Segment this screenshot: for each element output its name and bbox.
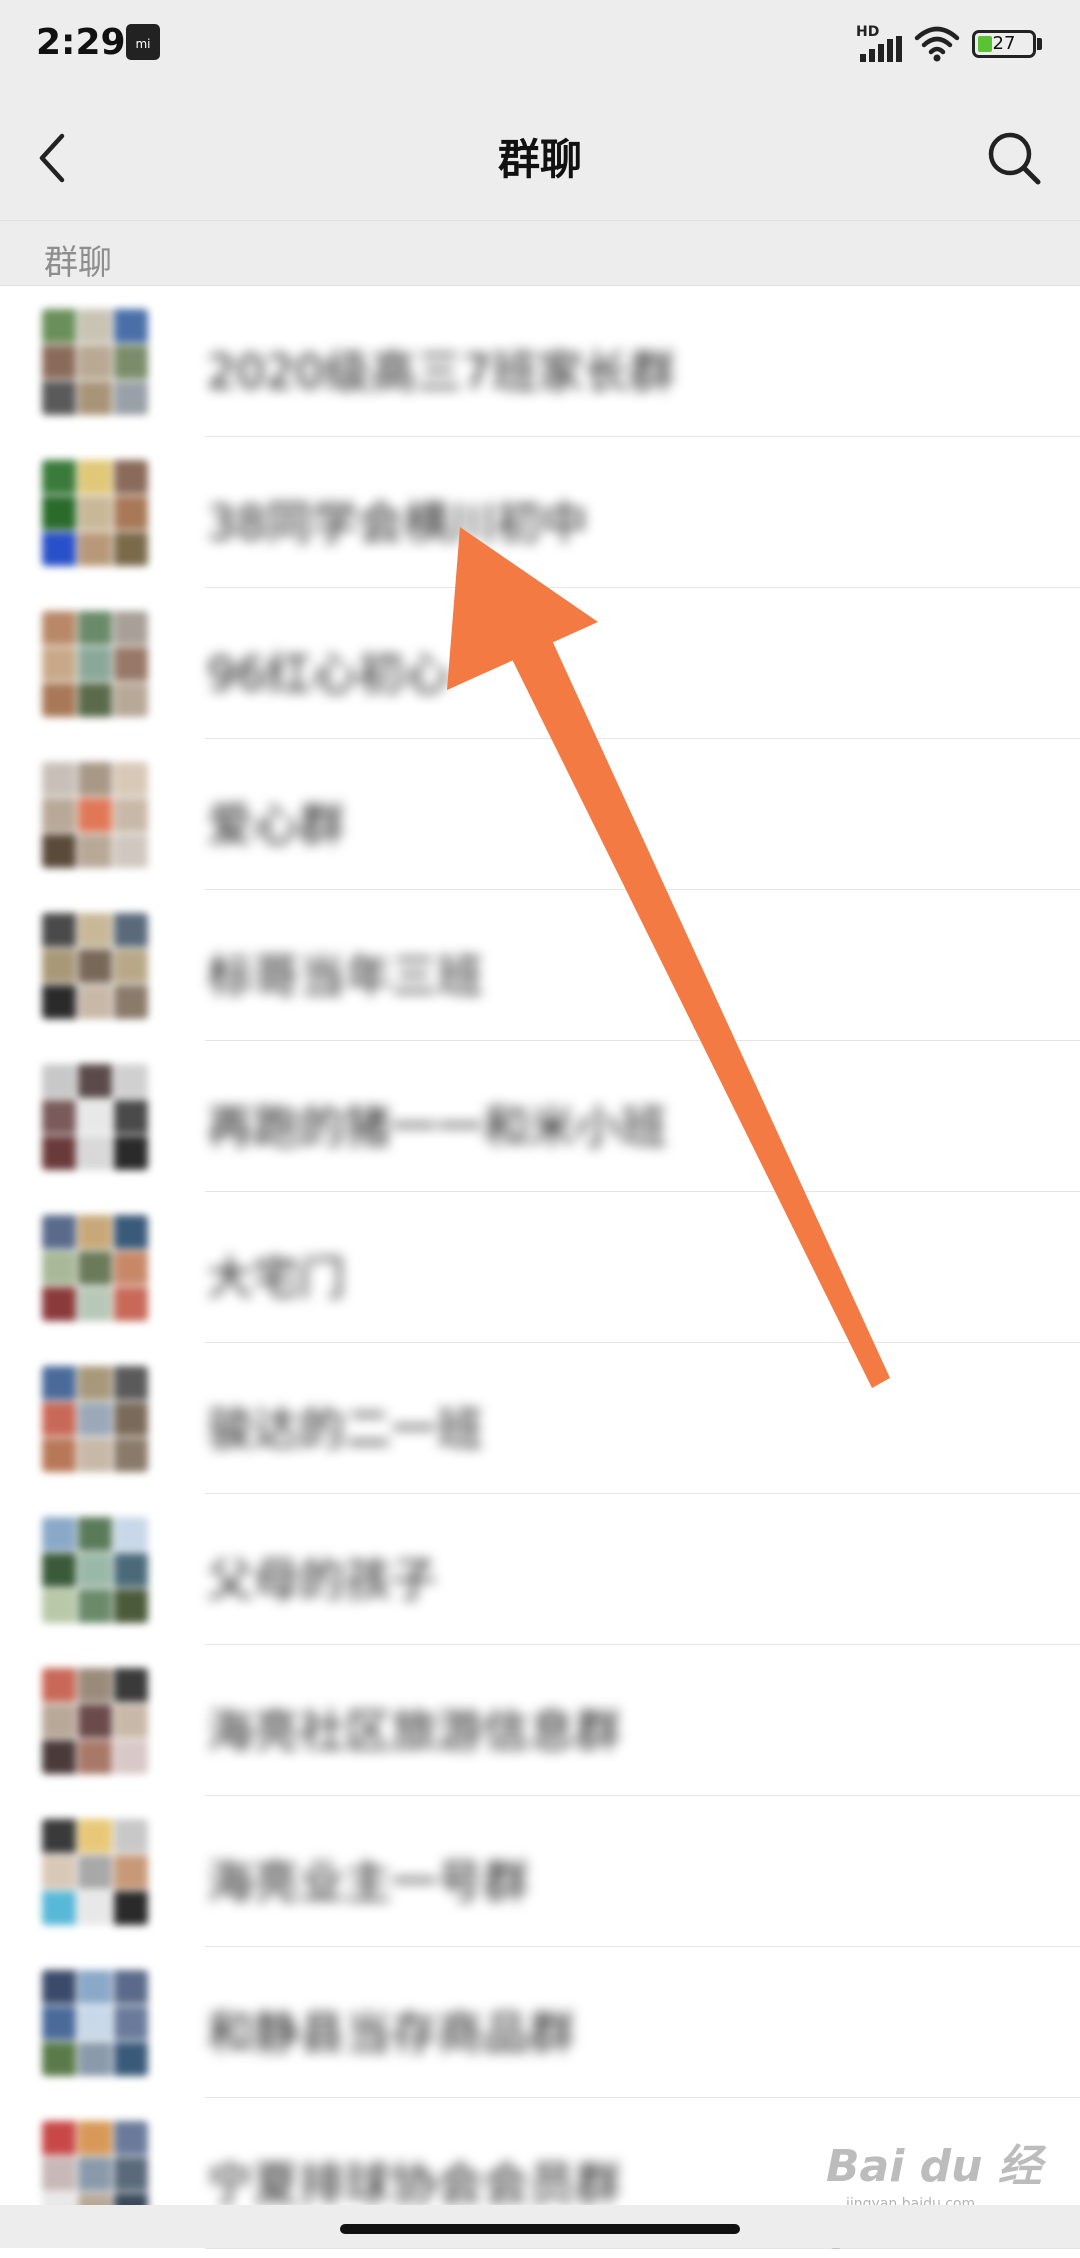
- group-row[interactable]: 38同学会横川初中: [0, 437, 1080, 588]
- group-name: 标哥当年三班: [207, 949, 483, 1003]
- group-avatar: [42, 1366, 148, 1472]
- battery-level: 27: [992, 33, 1016, 54]
- mi-notification-icon: mi: [126, 24, 160, 60]
- group-row[interactable]: 96红心初心: [0, 588, 1080, 739]
- group-name: 和静县当存商品群: [207, 2006, 575, 2060]
- row-divider: [205, 2248, 1080, 2249]
- signal-icon: [860, 36, 902, 62]
- group-row[interactable]: 大宅门: [0, 1192, 1080, 1343]
- group-row[interactable]: 再跑的猪一一和米小班: [0, 1041, 1080, 1192]
- group-name: 大宅门: [207, 1251, 345, 1305]
- group-name: 海亮业主一号群: [207, 1855, 529, 1909]
- group-avatar: [42, 1668, 148, 1774]
- status-bar: 2:29 mi HD 27: [0, 0, 1080, 90]
- home-bar: [0, 2205, 1080, 2248]
- group-list: 2020级高三7班家长群 38同学会横川初中 96红心初心 爱心群标哥当年三班再跑的猪…: [0, 286, 1080, 2249]
- group-avatar: [42, 611, 148, 717]
- group-avatar: [42, 1064, 148, 1170]
- group-avatar: [42, 309, 148, 415]
- group-name: 骏达的二一班: [207, 1402, 483, 1456]
- group-avatar: [42, 1970, 148, 2076]
- home-indicator[interactable]: [340, 2224, 740, 2234]
- group-row[interactable]: 2020级高三7班家长群: [0, 286, 1080, 437]
- section-header: 群聊: [0, 220, 1080, 286]
- group-name: 父母的孩子: [207, 1553, 437, 1607]
- group-name: 96红心初心: [207, 647, 450, 701]
- search-icon: [988, 132, 1041, 185]
- baidu-watermark: Bai du 经验: [826, 2141, 1042, 2256]
- group-avatar: [42, 1215, 148, 1321]
- group-avatar: [42, 762, 148, 868]
- group-name: 海亮社区旅游信息群: [207, 1704, 621, 1758]
- group-avatar: [42, 460, 148, 566]
- group-avatar: [42, 1819, 148, 1925]
- group-row[interactable]: 海亮业主一号群: [0, 1796, 1080, 1947]
- status-time: 2:29: [36, 22, 126, 63]
- wifi-icon: [914, 26, 960, 62]
- group-row[interactable]: 标哥当年三班: [0, 890, 1080, 1041]
- group-row[interactable]: 爱心群: [0, 739, 1080, 890]
- page-title: 群聊: [497, 135, 582, 184]
- group-name: 38同学会横川初中: [207, 496, 588, 550]
- group-name: 再跑的猪一一和米小班: [207, 1100, 667, 1154]
- group-name: 2020级高三7班家长群: [207, 345, 676, 399]
- group-avatar: [42, 913, 148, 1019]
- group-avatar: [42, 1517, 148, 1623]
- nav-bar: 群聊: [0, 90, 1080, 220]
- battery-tip: [1037, 38, 1042, 50]
- section-label: 群聊: [44, 243, 112, 283]
- battery-icon: 27: [972, 30, 1036, 58]
- group-row[interactable]: 父母的孩子: [0, 1494, 1080, 1645]
- search-button[interactable]: [984, 128, 1044, 188]
- group-row[interactable]: 海亮社区旅游信息群: [0, 1645, 1080, 1796]
- group-row[interactable]: 和静县当存商品群: [0, 1947, 1080, 2098]
- group-name: 爱心群: [207, 798, 345, 852]
- group-row[interactable]: 骏达的二一班: [0, 1343, 1080, 1494]
